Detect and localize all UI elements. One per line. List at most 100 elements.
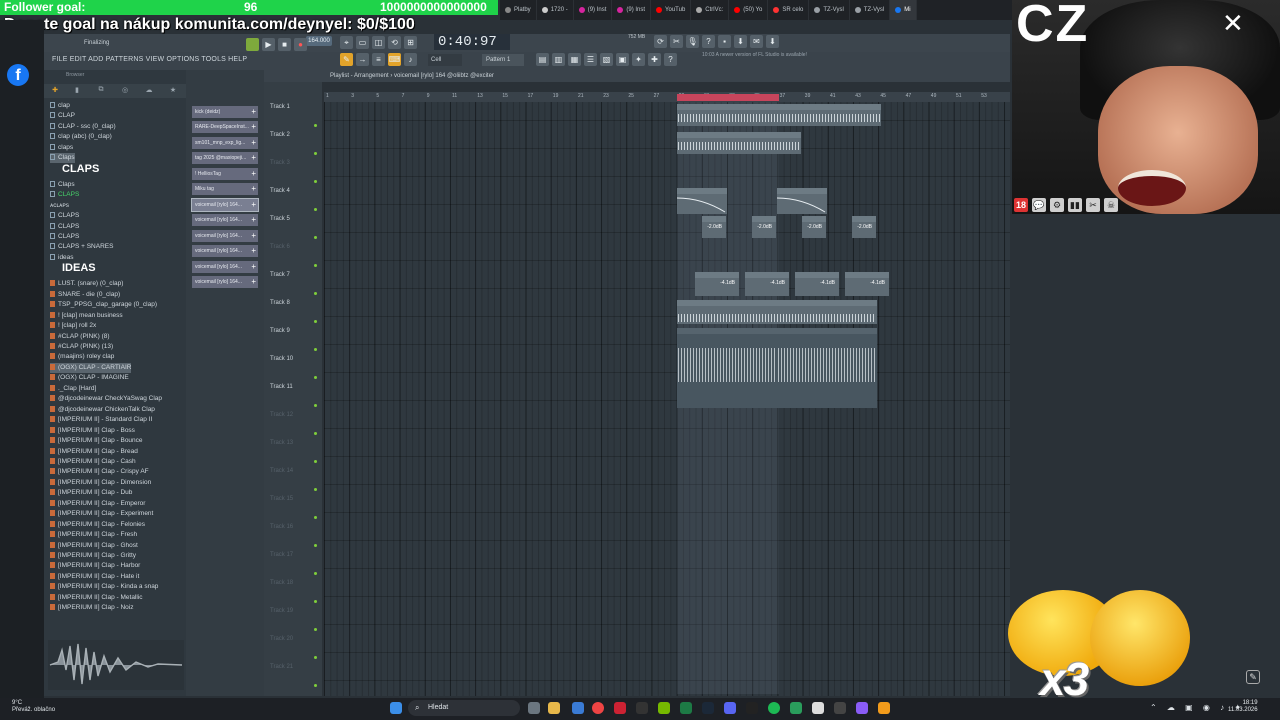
- track-mute-led[interactable]: [314, 152, 317, 155]
- track-name[interactable]: Track 11: [270, 384, 293, 390]
- browser-item[interactable]: IDEAS: [62, 263, 96, 274]
- browser-item[interactable]: (OGX) CLAP - CARTIAIR: [50, 362, 132, 373]
- playlist-clip-source[interactable]: ! HelliosTag +: [192, 168, 258, 180]
- track-mute-led[interactable]: [314, 684, 317, 687]
- cut-icon[interactable]: ✂: [670, 35, 683, 48]
- stop-icon[interactable]: ■: [278, 38, 291, 51]
- browser-tab[interactable]: Platby: [500, 0, 537, 20]
- spotify-icon[interactable]: [768, 702, 780, 714]
- browser-item[interactable]: [IMPERIUM II] Clap - Bounce: [50, 436, 143, 446]
- capcut-icon[interactable]: [636, 702, 648, 714]
- browser-item[interactable]: [IMPERIUM II] Clap - Kinda a snap: [50, 582, 158, 592]
- track-name[interactable]: Track 7: [270, 272, 290, 278]
- browser-item[interactable]: [IMPERIUM II] Clap - Ghost: [50, 541, 138, 551]
- add-icon[interactable]: +: [251, 137, 256, 149]
- loop-record-icon[interactable]: ⟲: [388, 36, 401, 49]
- track-name[interactable]: Track 20: [270, 636, 293, 642]
- browser-item[interactable]: @djcodeinewar CheckYaSwag Clap: [50, 394, 162, 404]
- brush-icon[interactable]: ≡: [372, 53, 385, 66]
- track-name[interactable]: Track 3: [270, 160, 290, 166]
- browser-item[interactable]: [IMPERIUM II] Clap - Crispy AF: [50, 467, 149, 477]
- task-view-icon[interactable]: [528, 702, 540, 714]
- track-name[interactable]: Track 10: [270, 356, 293, 362]
- download-icon[interactable]: ⬇: [766, 35, 779, 48]
- browser-item[interactable]: @djcodeinewar ChickenTalk Clap: [50, 405, 155, 415]
- facebook-icon[interactable]: f: [7, 64, 29, 86]
- track-name[interactable]: Track 19: [270, 608, 293, 614]
- add-icon[interactable]: +: [251, 106, 256, 118]
- edit-icon[interactable]: ✎: [1246, 670, 1260, 684]
- browser-tab[interactable]: YouTub: [651, 0, 692, 20]
- weather-widget[interactable]: 9°C Převáž. oblačno: [12, 700, 55, 714]
- track-name[interactable]: Track 1: [270, 104, 290, 110]
- browser-item[interactable]: [IMPERIUM II] - Standard Clap II: [50, 415, 152, 425]
- browser-item[interactable]: CLAPS: [50, 211, 79, 221]
- browser-item[interactable]: ! [clap] mean business: [50, 311, 123, 321]
- browser-item[interactable]: CLAPS: [50, 222, 79, 232]
- track-mute-led[interactable]: [314, 264, 317, 267]
- track-mute-led[interactable]: [314, 572, 317, 575]
- browser-item[interactable]: Claps: [50, 180, 75, 190]
- track-mute-led[interactable]: [314, 656, 317, 659]
- add-icon[interactable]: +: [251, 276, 256, 288]
- browser-item[interactable]: claps: [50, 143, 73, 153]
- audio-clip[interactable]: voicem..cter #3 -4.1dB: [695, 272, 739, 296]
- browser-tab[interactable]: (50) Yo: [729, 0, 769, 20]
- browser-tab[interactable]: CtrlVc:: [691, 0, 730, 20]
- typing-keyboard-icon[interactable]: ⌨: [388, 53, 401, 66]
- chrome-icon[interactable]: [592, 702, 604, 714]
- browser-item[interactable]: [IMPERIUM II] Clap - Harbor: [50, 561, 140, 571]
- browser-item[interactable]: ._Clap [Hard]: [50, 384, 96, 394]
- star-icon[interactable]: ★: [166, 86, 180, 96]
- browser-tab[interactable]: (9) Inst: [574, 0, 613, 20]
- track-name[interactable]: Track 2: [270, 132, 290, 138]
- play-icon[interactable]: ▶: [262, 38, 275, 51]
- browser-item[interactable]: [IMPERIUM II] Clap - Metallic: [50, 593, 143, 603]
- browser-tab[interactable]: Mi: [890, 0, 917, 20]
- audio-clip[interactable]: voicemail [rylo] 164 @oliibtz @exciter: [677, 132, 801, 154]
- update-notice[interactable]: 10:03 A newer version of FL Studio is av…: [702, 52, 807, 58]
- piano-roll-icon[interactable]: ▥: [552, 53, 565, 66]
- track-name[interactable]: Track 4: [270, 188, 290, 194]
- taskbar-search[interactable]: ⌕ Hledat: [408, 700, 520, 716]
- track-mute-led[interactable]: [314, 404, 317, 407]
- browser-item[interactable]: [IMPERIUM II] Clap - Cash: [50, 457, 136, 467]
- steam-icon[interactable]: [702, 702, 714, 714]
- audio-clip[interactable]: voicemail_ actor #3: [777, 188, 827, 214]
- track-mute-led[interactable]: [314, 348, 317, 351]
- browser-item[interactable]: LUST. (snare) (0_clap): [50, 279, 123, 289]
- track-name[interactable]: Track 13: [270, 440, 293, 446]
- current-project-icon[interactable]: ◎: [118, 86, 132, 96]
- track-name[interactable]: Track 21: [270, 664, 293, 670]
- track-name[interactable]: Track 9: [270, 328, 290, 334]
- browser-item[interactable]: #CLAP (PINK) (13): [50, 342, 113, 352]
- playlist-clip-source[interactable]: voicemail [rylo] 164... +: [192, 230, 258, 242]
- question-icon[interactable]: ?: [702, 35, 715, 48]
- pat-song-toggle[interactable]: [246, 38, 259, 51]
- audio-clip[interactable]: voicemail_ actor #3: [677, 188, 727, 214]
- chat-icon[interactable]: ✉: [750, 35, 763, 48]
- track-name[interactable]: Track 18: [270, 580, 293, 586]
- browser-item[interactable]: CLAP: [50, 111, 75, 121]
- track-name[interactable]: Track 15: [270, 496, 293, 502]
- notion-icon[interactable]: [812, 702, 824, 714]
- browser-item[interactable]: CLAPS + SNARES: [50, 242, 113, 252]
- excel-icon[interactable]: [680, 702, 692, 714]
- browser-item[interactable]: clap: [50, 101, 70, 111]
- tempo-tapper-icon[interactable]: ♪: [404, 53, 417, 66]
- browser-item[interactable]: [IMPERIUM II] Clap - Gritty: [50, 551, 136, 561]
- playlist-clip-source[interactable]: tag 2025 @maxiopeji... +: [192, 152, 258, 164]
- metronome-icon[interactable]: ⌖: [340, 36, 353, 49]
- nvidia-icon[interactable]: [658, 702, 670, 714]
- wait-icon[interactable]: ▭: [356, 36, 369, 49]
- plugin-db-icon[interactable]: ⧉: [94, 86, 108, 96]
- reload-icon[interactable]: ⟳: [654, 35, 667, 48]
- playlist-clip-source[interactable]: voicemail [rylo] 164... +: [192, 276, 258, 288]
- browser-tab[interactable]: TZ-Vysl: [850, 0, 891, 20]
- track-mute-led[interactable]: [314, 544, 317, 547]
- browser-item[interactable]: clap (abc) (0_clap): [50, 132, 112, 142]
- playlist-clip-source[interactable]: voicemail [rylo] 164... +: [191, 198, 259, 212]
- audio-clip[interactable]: voicemail [rylo] 164 @oliibtz @exciter: [677, 104, 881, 126]
- audio-clip[interactable]: voicem..cter #3 -4.1dB: [745, 272, 789, 296]
- browser-item[interactable]: #CLAP (PINK) (8): [50, 332, 110, 342]
